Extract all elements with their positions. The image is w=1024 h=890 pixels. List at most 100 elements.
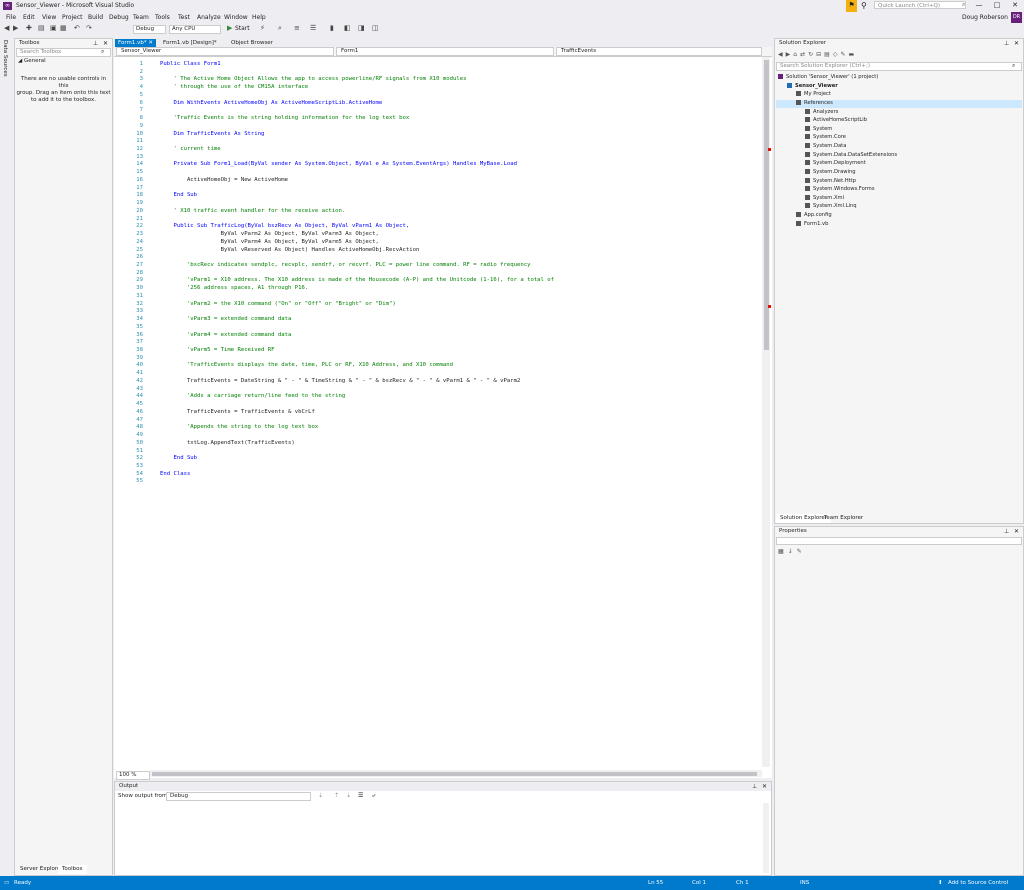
tab-team-explorer[interactable]: Team Explorer: [820, 514, 867, 523]
project-dropdown[interactable]: Sensor_Viewer: [116, 47, 334, 56]
code-text-line[interactable]: ActiveHomeObj = New ActiveHome: [160, 176, 288, 184]
menu-test[interactable]: Test: [178, 14, 190, 21]
undo-icon[interactable]: ↶: [74, 24, 80, 32]
tree-item[interactable]: System.Data.DataSetExtensions: [805, 151, 897, 159]
tree-item[interactable]: Analyzers: [805, 108, 838, 116]
show-all-files-icon[interactable]: ▤: [824, 51, 833, 58]
tree-item[interactable]: Solution 'Sensor_Viewer' (1 project): [778, 73, 878, 81]
class-dropdown[interactable]: Form1: [336, 47, 554, 56]
add-to-source-control[interactable]: Add to Source Control: [948, 880, 1008, 886]
save-all-icon[interactable]: ▦: [60, 24, 67, 32]
sync-icon[interactable]: ⇄: [800, 51, 808, 58]
code-text-line[interactable]: 'vParm5 = Time Received RF: [160, 346, 275, 354]
tree-item[interactable]: ActiveHomeScriptLib: [805, 116, 867, 124]
properties-object-combo[interactable]: [776, 537, 1022, 545]
tree-item[interactable]: System: [805, 125, 832, 133]
uncomment-icon[interactable]: ☰: [310, 24, 316, 32]
collapse-arrow-icon[interactable]: ◢: [18, 58, 22, 64]
search-icon[interactable]: ⌕: [1012, 62, 1015, 70]
tree-item[interactable]: App.config: [796, 211, 832, 219]
prev-bookmark-icon[interactable]: ◧: [344, 24, 351, 32]
alphabetical-icon[interactable]: ↓: [788, 548, 797, 555]
code-text-line[interactable]: Dim WithEvents ActiveHomeObj As ActiveHo…: [160, 99, 382, 107]
code-text-line[interactable]: Public Class Form1: [160, 60, 221, 68]
notification-flag-icon[interactable]: ⚑: [846, 0, 857, 12]
code-text-line[interactable]: 'vParm3 = extended command data: [160, 315, 291, 323]
pin-icon[interactable]: ⊥: [1004, 528, 1009, 535]
collapse-all-icon[interactable]: ⊟: [816, 51, 824, 58]
output-source-combo[interactable]: Debug: [166, 792, 311, 801]
source-control-icon[interactable]: ⬆: [938, 880, 943, 886]
quick-launch-input[interactable]: Quick Launch (Ctrl+Q): [874, 1, 966, 9]
close-icon[interactable]: ✕: [1014, 40, 1019, 47]
solution-tree[interactable]: Solution 'Sensor_Viewer' (1 project) Sens…: [776, 73, 1022, 233]
tree-item[interactable]: System.Core: [805, 133, 846, 141]
bookmark-icon[interactable]: ▮: [330, 24, 334, 32]
tree-item[interactable]: System.Windows.Forms: [805, 185, 875, 193]
code-text-line[interactable]: End Class: [160, 470, 190, 478]
close-icon[interactable]: ✕: [762, 783, 767, 790]
next-bookmark-icon[interactable]: ◨: [358, 24, 365, 32]
menu-project[interactable]: Project: [62, 14, 83, 21]
code-text-line[interactable]: txtLog.AppendText(TrafficEvents): [160, 439, 295, 447]
menu-debug[interactable]: Debug: [109, 14, 129, 21]
find-icon[interactable]: ⌕: [278, 24, 282, 33]
member-dropdown[interactable]: TrafficEvents: [556, 47, 762, 56]
tree-item[interactable]: Sensor_Viewer: [787, 82, 838, 90]
tree-item[interactable]: My Project: [796, 90, 831, 98]
new-project-icon[interactable]: ✚: [26, 24, 32, 32]
zoom-combo[interactable]: 100 %: [116, 771, 150, 780]
maximize-button[interactable]: □: [988, 0, 1006, 11]
menu-team[interactable]: Team: [133, 14, 149, 21]
menu-edit[interactable]: Edit: [23, 14, 35, 21]
feedback-icon[interactable]: ⚲: [861, 1, 867, 10]
code-text-line[interactable]: End Sub: [160, 191, 197, 199]
code-text-line[interactable]: 'Traffic Events is the string holding in…: [160, 114, 409, 122]
menu-window[interactable]: Window: [224, 14, 248, 21]
minimize-button[interactable]: —: [970, 0, 988, 11]
start-icon[interactable]: ▶: [227, 24, 232, 32]
navigate-forward-icon[interactable]: ▶: [13, 24, 18, 32]
tree-item[interactable]: References: [796, 99, 833, 107]
tab-toolbox[interactable]: Toolbox: [58, 865, 87, 874]
close-icon[interactable]: ✕: [148, 40, 153, 46]
close-icon[interactable]: ✕: [103, 40, 108, 47]
code-text-line[interactable]: Dim TrafficEvents As String: [160, 130, 264, 138]
tree-item[interactable]: System.Xml.Linq: [805, 202, 857, 210]
redo-icon[interactable]: ↷: [86, 24, 92, 32]
code-text-line[interactable]: '256 address spaces, A1 through P16.: [160, 284, 308, 292]
pin-icon[interactable]: ⊥: [93, 40, 98, 47]
find-message-icon[interactable]: ⇣: [318, 792, 323, 799]
next-message-icon[interactable]: ⇣: [346, 792, 351, 799]
tree-item[interactable]: Form1.vb: [796, 220, 828, 228]
tree-item[interactable]: System.Net.Http: [805, 177, 856, 185]
property-pages-icon[interactable]: ✎: [797, 548, 806, 555]
start-button[interactable]: Start: [235, 25, 250, 32]
solution-explorer-search-input[interactable]: Search Solution Explorer (Ctrl+;): [776, 62, 1022, 71]
pin-icon[interactable]: ⊥: [752, 783, 757, 790]
properties-toolbar[interactable]: ▦↓✎: [778, 548, 806, 555]
code-text-line[interactable]: ByVal vReserved As Object) Handles Activ…: [160, 246, 420, 254]
menu-build[interactable]: Build: [88, 14, 103, 21]
menu-view[interactable]: View: [42, 14, 56, 21]
tree-item[interactable]: System.Data: [805, 142, 846, 150]
code-text-line[interactable]: ' X10 traffic event handler for the rece…: [160, 207, 345, 215]
code-text-line[interactable]: 'TrafficEvents displays the date, time, …: [160, 361, 453, 369]
categorized-icon[interactable]: ▦: [778, 548, 788, 555]
code-text-line[interactable]: 'vParm4 = extended command data: [160, 331, 291, 339]
close-button[interactable]: ✕: [1006, 0, 1024, 11]
clear-all-icon[interactable]: ☰: [358, 792, 363, 799]
tree-item[interactable]: System.Deployment: [805, 159, 866, 167]
code-text-line[interactable]: End Sub: [160, 454, 197, 462]
code-text-line[interactable]: 'Appends the string to the log text box: [160, 423, 318, 431]
horizontal-scroll-thumb[interactable]: [152, 772, 757, 776]
data-sources-tab[interactable]: Data Sources: [2, 40, 8, 77]
code-text-line[interactable]: Private Sub Form1_Load(ByVal sender As S…: [160, 160, 517, 168]
code-text-line[interactable]: 'Adds a carriage return/line feed to the…: [160, 392, 345, 400]
code-text-line[interactable]: 'vParm2 = the X10 command ("On" or "Off"…: [160, 300, 396, 308]
platform-combo[interactable]: Any CPU: [169, 25, 221, 34]
search-icon[interactable]: ⌕: [962, 1, 965, 9]
word-wrap-icon[interactable]: ⤶: [372, 792, 375, 800]
toolbox-group-general[interactable]: General: [24, 58, 46, 64]
toolbox-search-input[interactable]: Search Toolbox: [16, 48, 111, 57]
